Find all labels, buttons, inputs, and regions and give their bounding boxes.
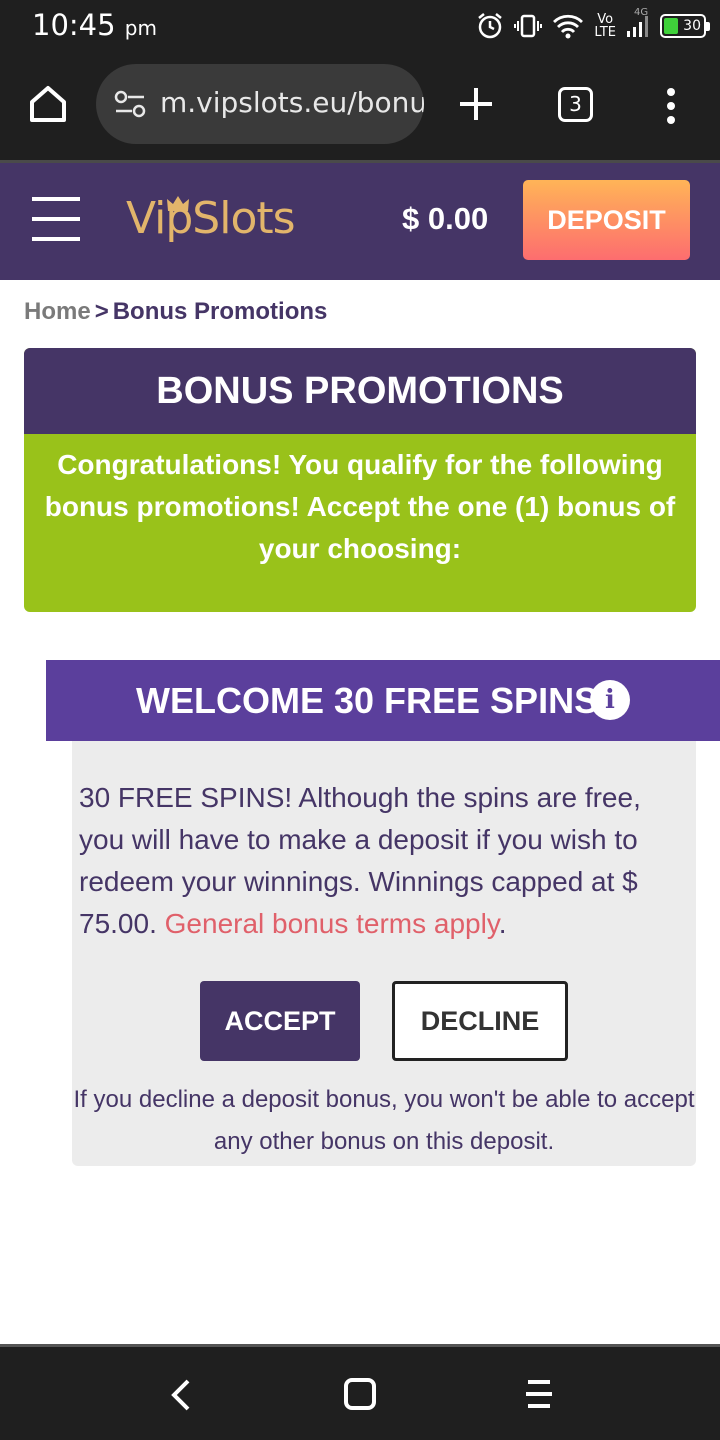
decline-note: If you decline a deposit bonus, you won'… — [73, 1086, 695, 1155]
menu-icon[interactable] — [664, 86, 678, 126]
breadcrumb-home[interactable]: Home — [24, 298, 91, 325]
vibrate-icon — [514, 14, 543, 38]
site-logo[interactable]: VipSlots — [126, 193, 296, 244]
battery-level: 30 — [683, 18, 701, 34]
network-gen: 4G — [634, 7, 649, 18]
offer-title: WELCOME 30 FREE SPINS — [136, 680, 599, 721]
terms-suffix: . — [498, 908, 507, 939]
status-icons: Vo LTE 4G 30 — [476, 7, 710, 44]
wifi-icon — [553, 14, 584, 39]
clock-ampm: pm — [124, 16, 157, 40]
decline-button[interactable]: DECLINE — [392, 981, 568, 1061]
tab-switcher-icon[interactable]: 3 — [558, 87, 593, 122]
battery-charging-icon: 30 — [660, 14, 710, 38]
system-nav-bar — [0, 1344, 720, 1440]
accept-button[interactable]: ACCEPT — [200, 981, 360, 1061]
info-icon[interactable]: i — [590, 680, 630, 720]
tab-count: 3 — [569, 92, 582, 116]
new-tab-icon[interactable] — [456, 84, 496, 124]
site-settings-icon[interactable] — [114, 90, 146, 118]
address-bar[interactable]: m.vipslots.eu/bonus — [96, 64, 424, 144]
clock: 10:45 pm — [32, 8, 157, 42]
recents-icon[interactable] — [524, 1377, 554, 1411]
status-bar: 10:45 pm Vo LTE 4G 30 — [0, 0, 720, 52]
crown-icon — [167, 196, 189, 211]
qualification-message: Congratulations! You qualify for the fol… — [44, 449, 676, 564]
signal-group: 4G — [626, 7, 650, 39]
home-icon[interactable] — [342, 1376, 378, 1412]
url-text[interactable]: m.vipslots.eu/bonus — [160, 86, 424, 119]
logo-text: VipSlots — [126, 193, 296, 244]
breadcrumb-separator: > — [94, 298, 109, 325]
back-icon[interactable] — [168, 1377, 194, 1413]
bonus-terms-link[interactable]: General bonus terms apply — [165, 908, 499, 939]
account-balance: $ 0.00 — [402, 201, 489, 236]
deposit-button[interactable]: DEPOSIT — [523, 180, 690, 260]
hamburger-menu-icon[interactable] — [32, 197, 80, 241]
breadcrumb-current: Bonus Promotions — [112, 298, 328, 325]
page-title: BONUS PROMOTIONS — [24, 348, 696, 434]
clock-time: 10:45 — [32, 8, 116, 42]
offer-description: 30 FREE SPINS! Although the spins are fr… — [79, 777, 689, 945]
breadcrumb: Home > Bonus Promotions — [24, 298, 327, 326]
bonus-promotions-card: BONUS PROMOTIONS Congratulations! You qu… — [24, 348, 696, 612]
browser-toolbar: m.vipslots.eu/bonus 3 — [0, 52, 720, 160]
site-header: VipSlots $ 0.00 DEPOSIT — [0, 163, 720, 280]
alarm-icon — [478, 13, 503, 39]
volte-bottom: LTE — [594, 25, 616, 40]
offer-body: 30 FREE SPINS! Although the spins are fr… — [72, 741, 696, 1166]
offer-header: WELCOME 30 FREE SPINS i — [46, 660, 720, 741]
home-icon[interactable] — [26, 82, 70, 126]
volte-indicator: Vo LTE — [594, 13, 616, 39]
